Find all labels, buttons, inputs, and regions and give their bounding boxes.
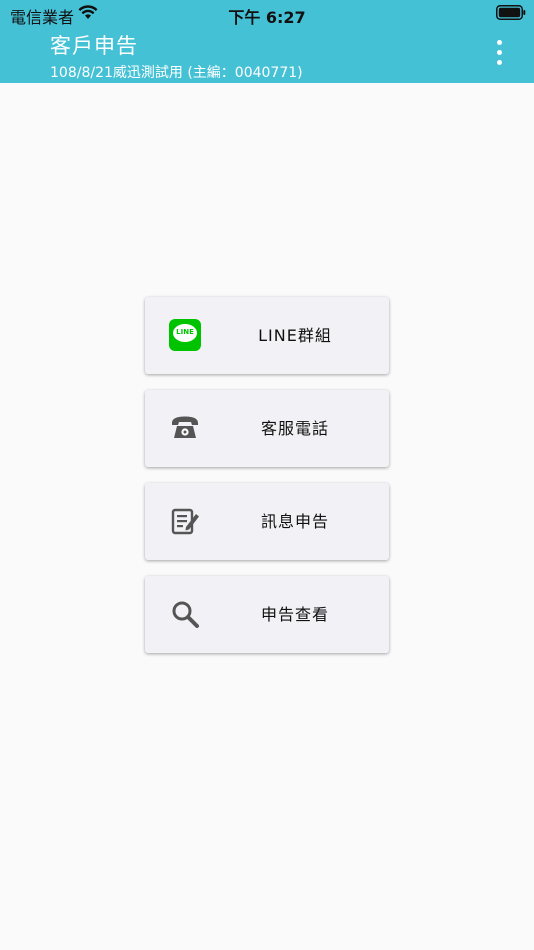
app-header: 電信業者 下午 6:27 客戶申告 108/8/21威迅測試用 (主編：0040… <box>0 0 534 83</box>
clock: 下午 6:27 <box>228 8 306 27</box>
page-subtitle: 108/8/21威迅測試用 (主編：0040771) <box>50 65 303 81</box>
status-bar: 電信業者 下午 6:27 <box>0 0 534 28</box>
report-lookup-button[interactable]: 申告查看 <box>145 576 389 653</box>
customer-service-phone-button[interactable]: 客服電話 <box>145 390 389 467</box>
line-group-label: LINE群組 <box>258 326 332 345</box>
report-lookup-label: 申告查看 <box>260 605 329 624</box>
line-logo-text: LINE <box>176 328 194 336</box>
battery-icon <box>496 5 526 20</box>
line-group-button[interactable]: LINE LINE群組 <box>145 297 389 374</box>
action-button-list: LINE LINE群組 客服電話 訊息申告 申告查看 <box>145 297 389 669</box>
customer-service-phone-label: 客服電話 <box>260 419 329 438</box>
line-icon: LINE <box>169 319 201 351</box>
more-menu-button[interactable] <box>492 40 506 70</box>
search-icon <box>172 601 199 628</box>
message-report-button[interactable]: 訊息申告 <box>145 483 389 560</box>
page-title: 客戶申告 <box>50 34 138 58</box>
message-report-label: 訊息申告 <box>260 512 329 531</box>
phone-icon <box>172 416 198 438</box>
more-vert-icon <box>496 40 502 45</box>
edit-note-icon <box>171 508 199 535</box>
